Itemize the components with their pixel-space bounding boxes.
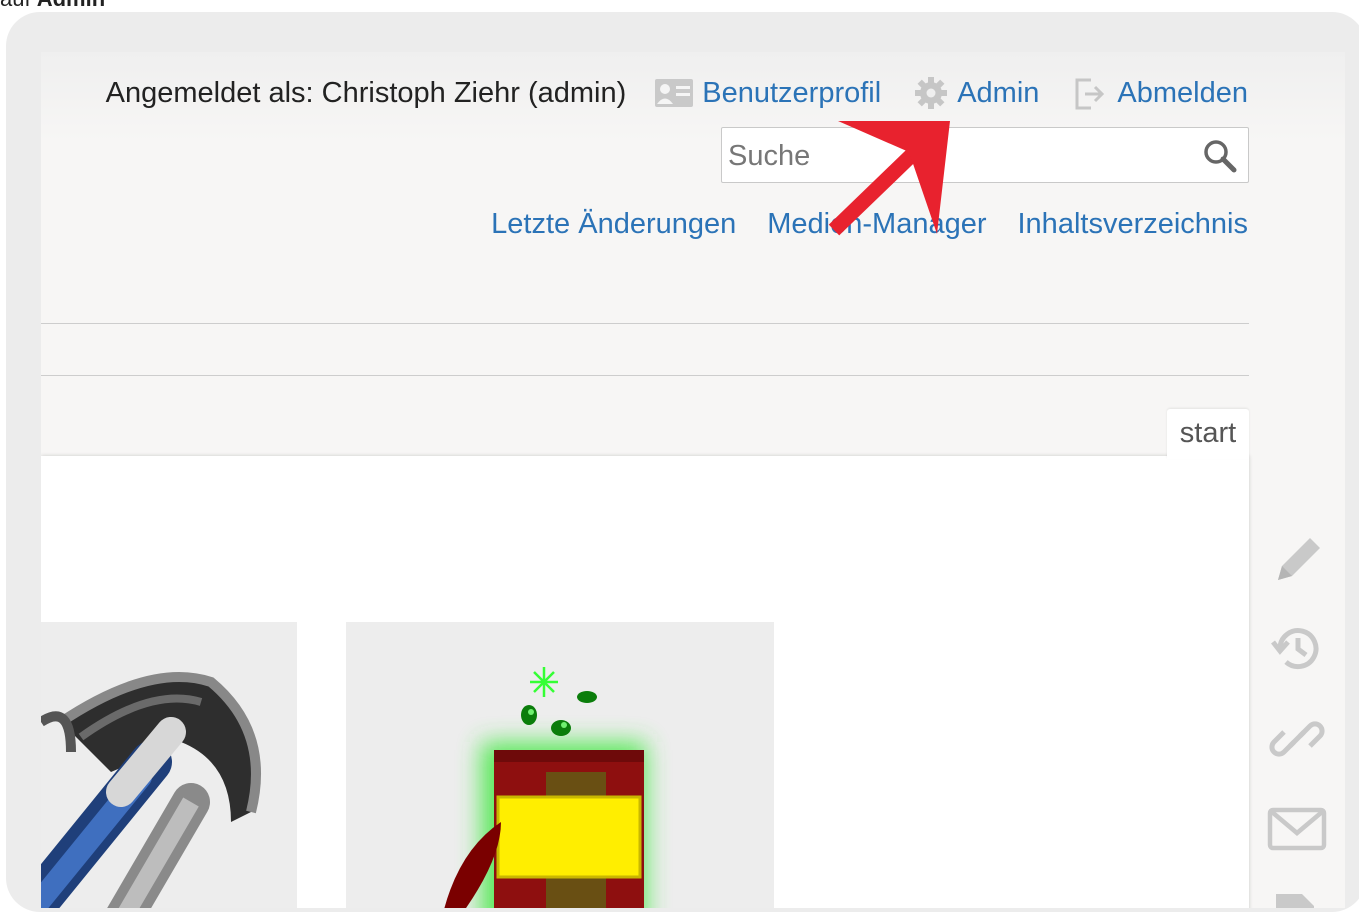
document-icon[interactable] bbox=[1266, 880, 1328, 908]
logout-icon bbox=[1075, 78, 1105, 110]
profile-card-icon bbox=[655, 79, 694, 107]
index-link[interactable]: Inhaltsverzeichnis bbox=[1018, 208, 1249, 241]
page-content bbox=[41, 456, 1249, 908]
breadcrumb-divider bbox=[41, 375, 1249, 376]
dokuwiki-page: Angemeldet als: Christoph Ziehr (admin) … bbox=[41, 52, 1345, 908]
media-manager-link[interactable]: Medien-Manager bbox=[767, 208, 986, 241]
search-icon[interactable] bbox=[1202, 138, 1238, 174]
mail-icon[interactable] bbox=[1266, 798, 1328, 860]
tools-image[interactable] bbox=[41, 622, 297, 908]
cleanup-image[interactable] bbox=[346, 622, 774, 908]
backlink-icon[interactable] bbox=[1266, 708, 1328, 770]
top-caption: auf Admin bbox=[0, 0, 105, 12]
hammer-wrench-icon bbox=[41, 672, 261, 908]
logout-label: Abmelden bbox=[1117, 76, 1248, 109]
logout-link[interactable]: Abmelden bbox=[1071, 74, 1248, 112]
history-icon[interactable] bbox=[1266, 618, 1328, 680]
edit-icon[interactable] bbox=[1266, 530, 1328, 592]
page-id-tab: start bbox=[1167, 409, 1249, 459]
header-divider bbox=[41, 323, 1249, 324]
search-form bbox=[721, 127, 1249, 183]
gear-icon bbox=[915, 77, 948, 109]
tin-can-icon bbox=[444, 667, 646, 908]
recent-changes-link[interactable]: Letzte Änderungen bbox=[491, 208, 736, 241]
login-status: Angemeldet als: Christoph Ziehr (admin) bbox=[105, 76, 627, 109]
top-caption-prefix: auf bbox=[0, 0, 31, 11]
admin-label: Admin bbox=[957, 76, 1040, 109]
profile-label: Benutzerprofil bbox=[702, 76, 882, 109]
profile-link[interactable]: Benutzerprofil bbox=[654, 77, 881, 110]
user-tools-bar: Angemeldet als: Christoph Ziehr (admin) … bbox=[105, 74, 1248, 112]
screenshot-frame: Angemeldet als: Christoph Ziehr (admin) … bbox=[6, 12, 1359, 912]
site-tools-bar: Letzte Änderungen Medien-Manager Inhalts… bbox=[460, 208, 1248, 241]
admin-link[interactable]: Admin bbox=[913, 75, 1039, 111]
top-caption-bold: Admin bbox=[37, 0, 105, 11]
search-input[interactable] bbox=[726, 134, 1190, 178]
